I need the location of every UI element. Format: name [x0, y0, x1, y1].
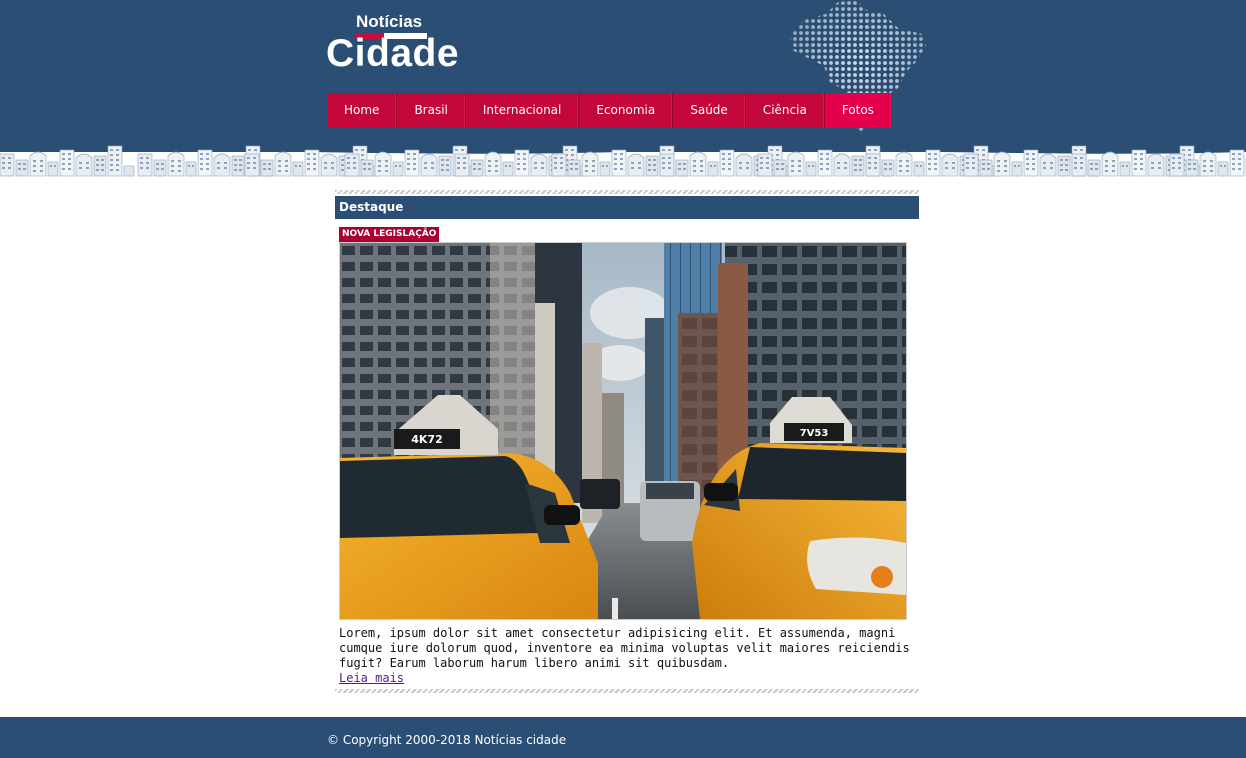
main-nav: Home Brasil Internacional Economia Saúde…	[327, 93, 891, 128]
skyline-banner	[0, 140, 1246, 177]
nav-item-ciencia[interactable]: Ciência	[746, 93, 825, 128]
logo-bottom-text: Cidade	[326, 32, 460, 75]
site-footer: © Copyright 2000-2018 Notícias cidade	[0, 717, 1246, 758]
nav-item-internacional[interactable]: Internacional	[466, 93, 580, 128]
featured-photo[interactable]: 4K72 7V53	[339, 242, 907, 620]
main-content: Destaque NOVA LEGISLAÇÃO 4K72 7V53 Lorem…	[335, 190, 919, 693]
copyright-text: © Copyright 2000-2018 Notícias cidade	[327, 733, 567, 747]
nav-item-economia[interactable]: Economia	[579, 93, 674, 128]
category-tag[interactable]: NOVA LEGISLAÇÃO	[339, 227, 440, 242]
section-title: Destaque	[335, 196, 919, 219]
logo-top-text: Notícias	[356, 12, 423, 31]
top-divider	[335, 190, 919, 194]
nav-item-home[interactable]: Home	[327, 93, 398, 128]
site-logo[interactable]: Notícias Cidade	[326, 12, 460, 75]
site-header: Notícias Cidade Home Brasil Internaciona…	[0, 0, 1246, 145]
plate-right: 7V53	[800, 428, 829, 439]
read-more-link[interactable]: Leia mais	[339, 671, 404, 685]
nav-item-brasil[interactable]: Brasil	[397, 93, 466, 128]
article-excerpt: Lorem, ipsum dolor sit amet consectetur …	[339, 626, 910, 670]
nav-item-saude[interactable]: Saúde	[673, 93, 746, 128]
bottom-divider	[335, 689, 919, 693]
nav-item-fotos[interactable]: Fotos	[824, 93, 891, 128]
plate-left: 4K72	[411, 433, 443, 446]
